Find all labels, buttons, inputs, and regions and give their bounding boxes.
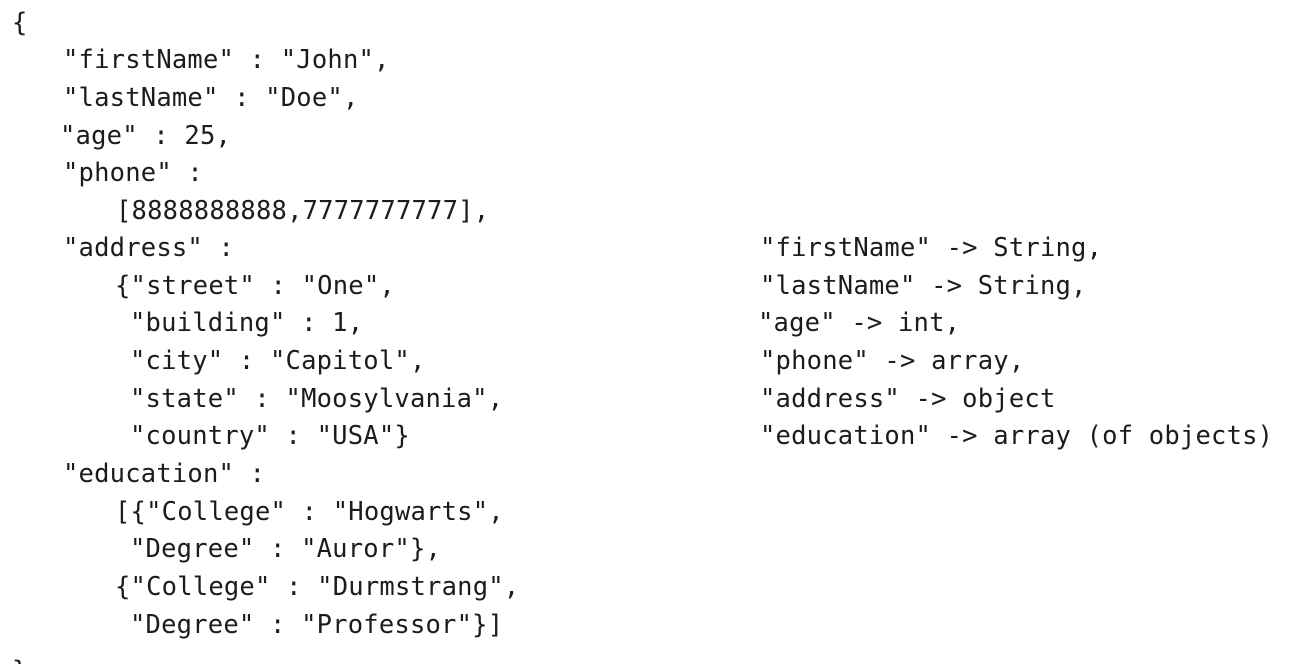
json-line-college-2: {"College" : "Durmstrang",: [115, 572, 520, 602]
json-line-phone-key: "phone" :: [63, 158, 203, 188]
json-line-college-1: [{"College" : "Hogwarts",: [115, 497, 504, 527]
type-mapping-firstname: "firstName" -> String,: [760, 233, 1103, 263]
json-line-degree-1: "Degree" : "Auror"},: [130, 534, 442, 564]
json-line-building: "building" : 1,: [130, 308, 364, 338]
json-line-age: "age" : 25,: [60, 121, 232, 151]
json-line-degree-2: "Degree" : "Professor"}]: [130, 610, 504, 640]
json-line-street: {"street" : "One",: [115, 271, 395, 301]
json-line-phone-value: [8888888888,7777777777],: [116, 196, 490, 226]
type-mapping-address: "address" -> object: [760, 384, 1056, 414]
type-mapping-age: "age" -> int,: [758, 308, 961, 338]
json-open-brace: {: [12, 8, 28, 38]
json-line-lastname: "lastName" : "Doe",: [63, 83, 359, 113]
type-mapping-education: "education" -> array (of objects): [760, 421, 1274, 451]
type-mapping-lastname: "lastName" -> String,: [760, 271, 1087, 301]
json-document: { "firstName" : "John", "lastName" : "Do…: [0, 0, 1312, 664]
json-line-address-key: "address" :: [63, 233, 235, 263]
json-line-country: "country" : "USA"}: [130, 421, 410, 451]
json-line-state: "state" : "Moosylvania",: [130, 384, 504, 414]
json-close-brace: }: [12, 656, 28, 664]
json-line-firstname: "firstName" : "John",: [63, 45, 390, 75]
json-line-education-key: "education" :: [63, 459, 266, 489]
type-mapping-phone: "phone" -> array,: [760, 346, 1025, 376]
json-line-city: "city" : "Capitol",: [130, 346, 426, 376]
